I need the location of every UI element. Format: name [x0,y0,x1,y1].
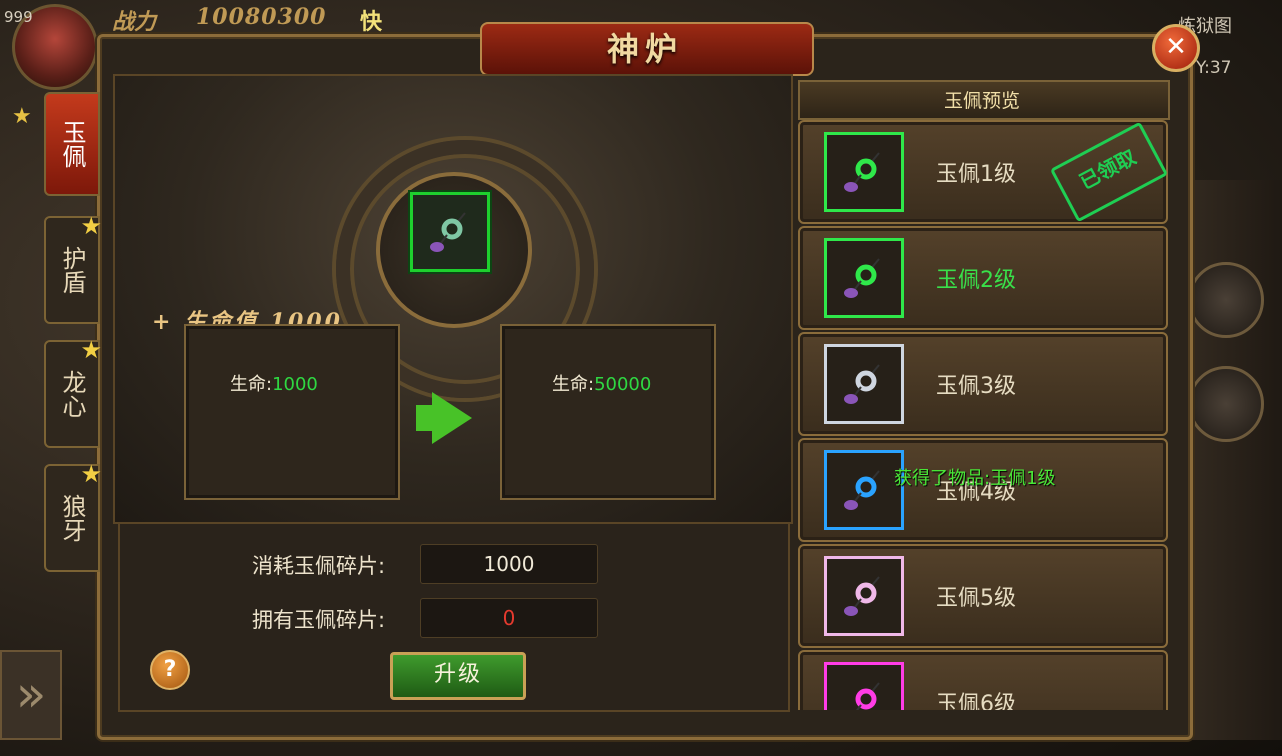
upgrade-button[interactable]: 升级 [390,652,526,700]
owned-label: 拥有玉佩碎片: [252,608,386,632]
expand-arrow-icon[interactable]: » [0,650,62,740]
current-pendant-slot[interactable] [410,192,490,272]
cost-value: 1000 [420,544,598,584]
player-level: 999 [4,8,33,26]
tab-label: 玉佩 [58,120,86,168]
stat-value: 1000 [272,374,318,395]
pendant-slot[interactable] [824,132,904,212]
preview-card[interactable]: 玉佩2级 [798,226,1168,330]
preview-card[interactable]: 玉佩4级 [798,438,1168,542]
card-label: 玉佩3级 [936,374,1016,399]
power-value: 10080300 [196,4,327,30]
next-stat-box: 生命:50000 [500,324,716,500]
preview-card[interactable]: 玉佩5级 [798,544,1168,648]
preview-card[interactable]: 玉佩1级 已领取 [798,120,1168,224]
current-stat-box: 生命:1000 [184,324,400,500]
jade-pendant-icon [855,682,880,710]
tab-shield[interactable]: ★ 护盾 [44,212,102,324]
preview-card[interactable]: 玉佩6级 [798,650,1168,710]
preview-list[interactable]: 玉佩1级 已领取 玉佩2级 玉佩3级 玉佩4级 玉佩5级 玉佩6级 [798,120,1168,710]
tab-wolf-fang[interactable]: ★ 狼牙 [44,460,102,572]
preview-card[interactable]: 玉佩3级 [798,332,1168,436]
help-button[interactable]: ? [150,650,190,690]
star-icon: ★ [80,336,102,364]
stat-label: 生命: [230,374,273,395]
pendant-slot[interactable] [824,662,904,710]
owned-value: 0 [420,598,598,638]
card-label: 玉佩2级 [936,268,1016,293]
tab-jade-pendant[interactable]: 玉佩 [44,92,100,196]
jade-pendant-icon [430,212,466,252]
card-label: 玉佩5级 [936,586,1016,611]
item-obtained-toast: 获得了物品:玉佩1级 [894,468,1056,489]
star-icon: ★ [12,104,32,129]
pendant-slot[interactable] [824,238,904,318]
pendant-slot[interactable] [824,556,904,636]
jade-pendant-icon [844,152,880,192]
pendant-slot[interactable] [824,450,904,530]
tab-dragon-heart[interactable]: ★ 龙心 [44,336,102,448]
jade-pendant-icon [844,258,880,298]
coordinates: Y:37 [1196,58,1232,78]
tab-label: 龙心 [58,370,86,418]
star-icon: ★ [80,460,102,488]
side-skill-button[interactable] [1188,366,1264,442]
jade-pendant-icon [844,470,880,510]
speed-indicator[interactable]: 快 [360,4,382,36]
preview-title: 玉佩预览 [943,90,1020,112]
stat-value: 50000 [594,374,652,395]
jade-pendant-icon [844,576,880,616]
power-label: 战力 [112,9,157,35]
jade-pendant-icon [844,364,880,404]
tab-label: 狼牙 [58,494,86,542]
claimed-stamp: 已领取 [1049,121,1168,223]
stat-label: 生命: [552,374,595,395]
card-label: 玉佩6级 [936,692,1016,710]
cost-label: 消耗玉佩碎片: [252,554,386,578]
arrow-right-icon [432,392,472,444]
side-skill-button[interactable] [1188,262,1264,338]
close-button[interactable]: ✕ [1152,24,1200,72]
window-title: 神炉 [606,30,683,68]
star-icon: ★ [80,212,102,240]
card-label: 玉佩1级 [936,162,1016,187]
tab-label: 护盾 [58,246,86,294]
pendant-slot[interactable] [824,344,904,424]
